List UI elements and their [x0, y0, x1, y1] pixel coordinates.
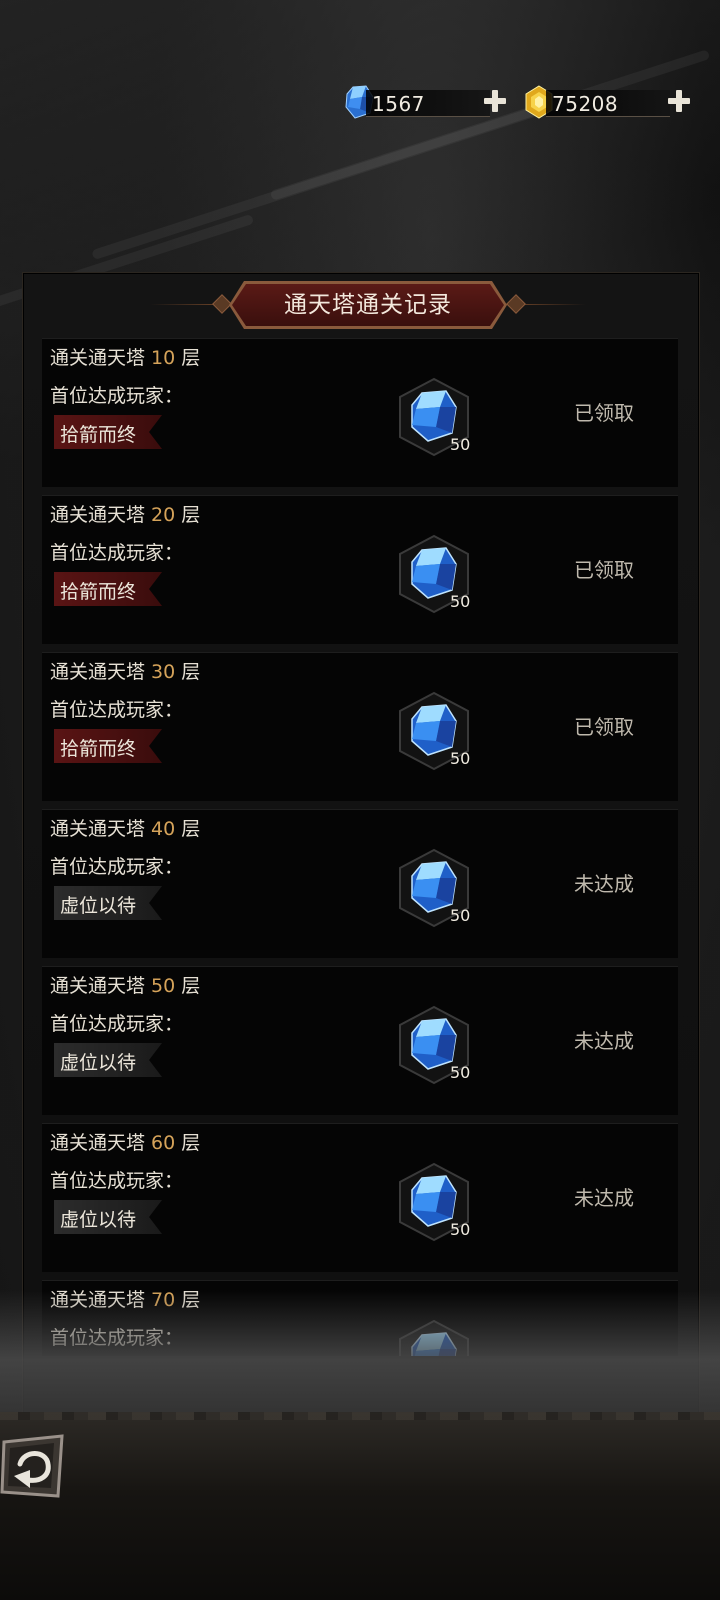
first-player-label: 首位达成玩家： — [50, 385, 184, 407]
gold-count: 75208 — [552, 91, 619, 116]
floor-title: 通关通天塔 10 层 — [50, 343, 200, 370]
floor-suffix: 层 — [175, 661, 201, 683]
floor-title: 通关通天塔 20 层 — [50, 500, 200, 527]
first-player-name: 拾箭而终 — [60, 738, 137, 760]
first-player-label: 首位达成玩家： — [50, 856, 184, 878]
floor-title: 通关通天塔 40 层 — [50, 814, 200, 841]
floor-prefix: 通关通天塔 — [50, 1132, 152, 1154]
record-row: 通关通天塔 20 层 首位达成玩家： 拾箭而终 50 已领取 — [42, 495, 678, 644]
record-row: 通关通天塔 30 层 首位达成玩家： 拾箭而终 50 已领取 — [42, 652, 678, 801]
reward-count: 50 — [450, 435, 471, 454]
reward-count: 50 — [450, 906, 471, 925]
first-player-label: 首位达成玩家： — [50, 1013, 184, 1035]
floor-prefix: 通关通天塔 — [50, 504, 152, 526]
panel-title: 通天塔通关记录 — [284, 292, 452, 318]
floor-suffix: 层 — [175, 975, 201, 997]
floor-number: 20 — [151, 504, 176, 526]
diamond-bar: 1567 — [366, 89, 490, 117]
first-player-name: 虚位以待 — [60, 895, 137, 917]
floor-number: 30 — [151, 661, 176, 683]
reward-status: 未达成 — [574, 872, 634, 896]
add-diamond-button[interactable] — [484, 90, 506, 112]
gold-bar: 75208 — [546, 89, 670, 117]
first-player-name: 虚位以待 — [60, 1052, 137, 1074]
reward-status: 未达成 — [574, 1029, 634, 1053]
first-player-name: 拾箭而终 — [60, 581, 137, 603]
record-row: 通关通天塔 50 层 首位达成玩家： 虚位以待 50 未达成 — [42, 966, 678, 1115]
floor-suffix: 层 — [175, 504, 201, 526]
reward-status: 未达成 — [574, 1186, 634, 1210]
back-arrow-icon — [0, 1434, 64, 1498]
first-player-name: 虚位以待 — [60, 1209, 137, 1231]
first-player-label: 首位达成玩家： — [50, 1170, 184, 1192]
floor-prefix: 通关通天塔 — [50, 975, 152, 997]
floor-number: 60 — [151, 1132, 176, 1154]
reward-status: 已领取 — [574, 401, 634, 425]
floor-title: 通关通天塔 60 层 — [50, 1128, 200, 1155]
reward-count: 50 — [450, 749, 471, 768]
floor-number: 50 — [151, 975, 176, 997]
reward-count: 50 — [450, 1063, 471, 1082]
gold-currency: 75208 — [524, 85, 690, 119]
record-row: 通关通天塔 10 层 首位达成玩家： 拾箭而终 50 已领取 — [42, 338, 678, 487]
floor-title: 通关通天塔 30 层 — [50, 657, 200, 684]
floor-prefix: 通关通天塔 — [50, 818, 152, 840]
floor-title: 通关通天塔 50 层 — [50, 971, 200, 998]
record-list[interactable]: 通关通天塔 10 层 首位达成玩家： 拾箭而终 50 已领取 通关通天塔 20 … — [42, 338, 678, 1356]
ground — [0, 1420, 720, 1600]
floor-prefix: 通关通天塔 — [50, 661, 152, 683]
diamond-currency: 1567 — [344, 85, 506, 119]
reward-count: 50 — [450, 1220, 471, 1239]
floor-number: 10 — [151, 347, 176, 369]
reward-status: 已领取 — [574, 715, 634, 739]
bottom-fog — [0, 1290, 720, 1430]
first-player-label: 首位达成玩家： — [50, 699, 184, 721]
record-row: 通关通天塔 40 层 首位达成玩家： 虚位以待 50 未达成 — [42, 809, 678, 958]
back-button[interactable] — [0, 1434, 66, 1500]
floor-suffix: 层 — [175, 818, 201, 840]
first-player-label: 首位达成玩家： — [50, 542, 184, 564]
floor-suffix: 层 — [175, 1132, 201, 1154]
floor-number: 40 — [151, 818, 176, 840]
reward-status: 已领取 — [574, 558, 634, 582]
floor-prefix: 通关通天塔 — [50, 347, 152, 369]
diamond-count: 1567 — [372, 91, 425, 116]
floor-suffix: 层 — [175, 347, 201, 369]
add-gold-button[interactable] — [668, 90, 690, 112]
record-row: 通关通天塔 60 层 首位达成玩家： 虚位以待 50 未达成 — [42, 1123, 678, 1272]
reward-count: 50 — [450, 592, 471, 611]
first-player-name: 拾箭而终 — [60, 424, 137, 446]
